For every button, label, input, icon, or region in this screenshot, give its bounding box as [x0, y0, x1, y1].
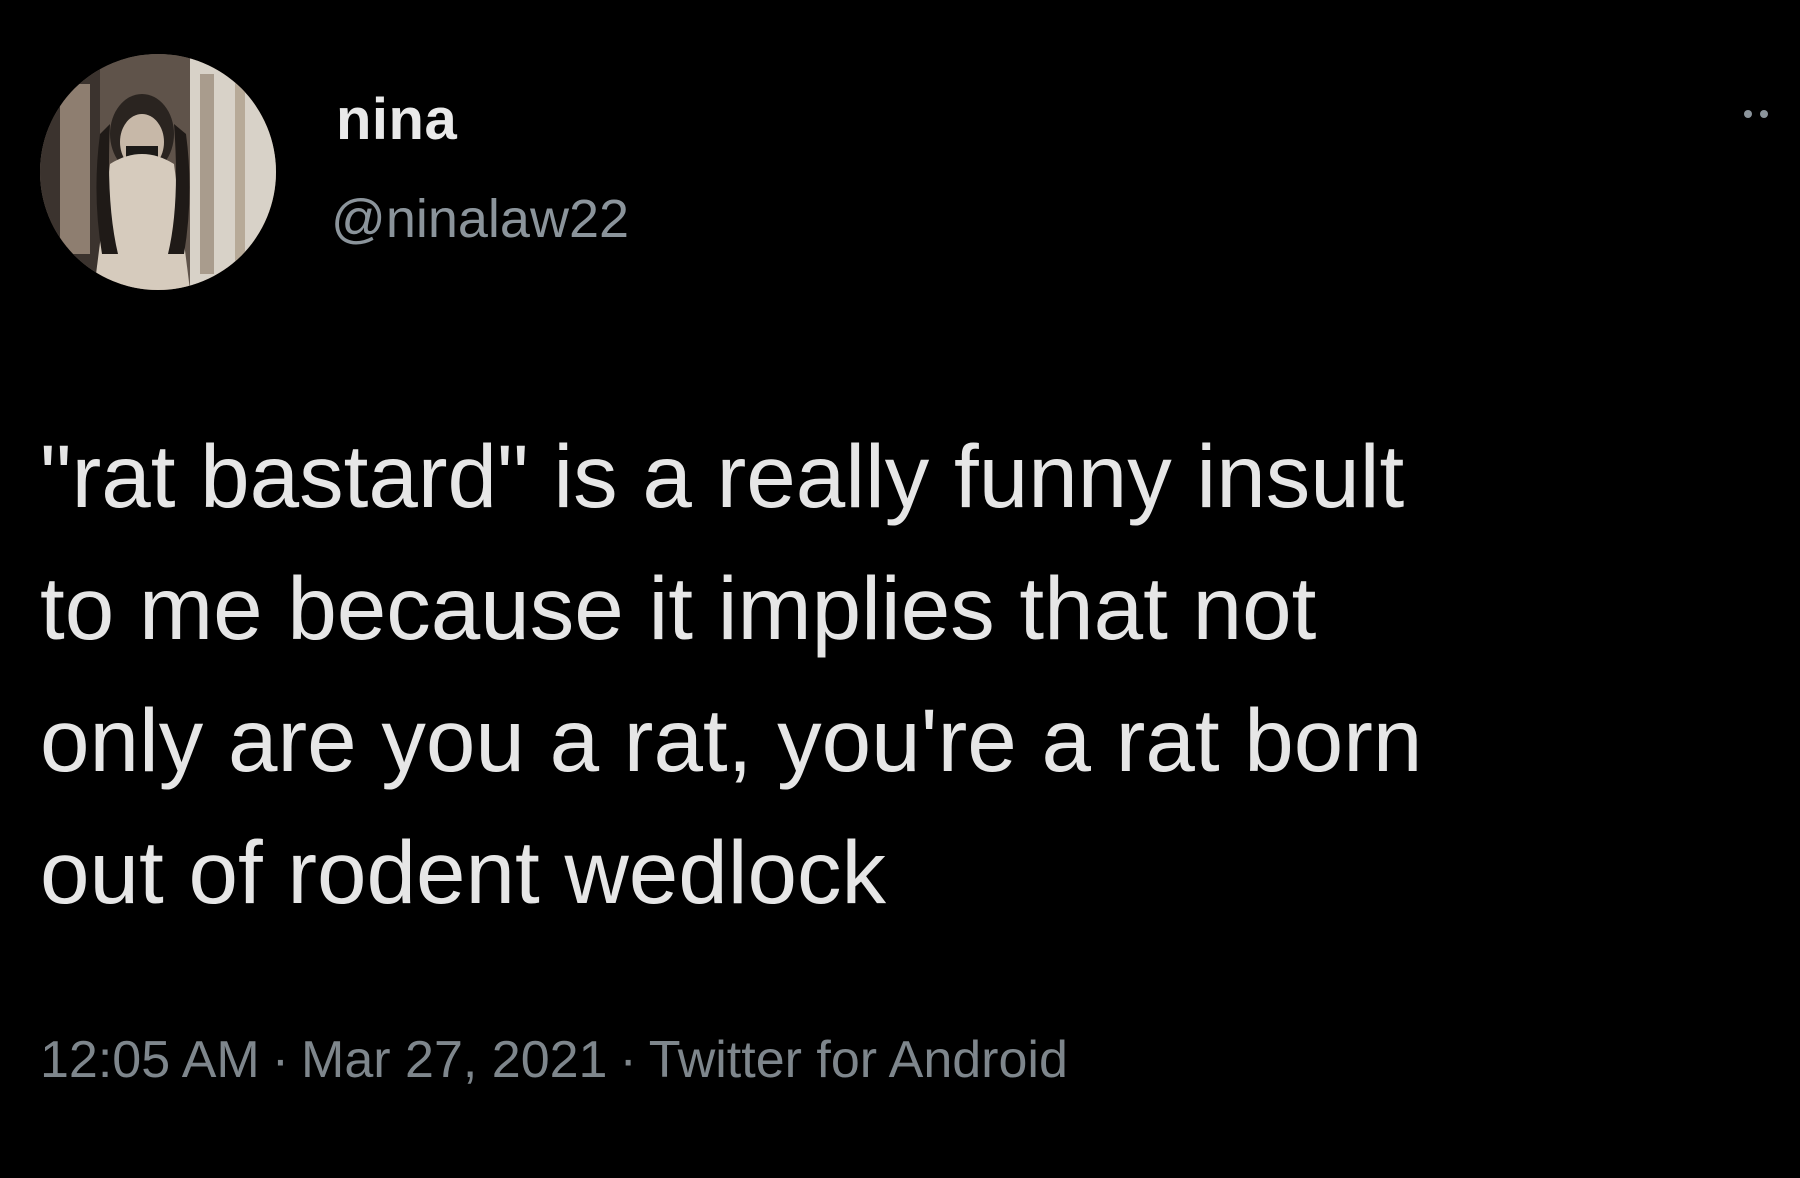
tweet-time[interactable]: 12:05 AM: [40, 1031, 260, 1089]
tweet-source[interactable]: Twitter for Android: [649, 1031, 1068, 1089]
meta-separator: ·: [619, 1031, 637, 1089]
meta-separator: ·: [271, 1031, 290, 1089]
avatar[interactable]: [40, 54, 276, 290]
user-handle[interactable]: @ninalaw22: [331, 188, 629, 250]
tweet-card: nina @ninalaw22 "rat bastard" is a reall…: [0, 0, 1800, 1178]
more-options-icon[interactable]: [1744, 106, 1784, 122]
profile-photo-icon: [40, 54, 276, 290]
display-name[interactable]: nina: [336, 86, 457, 153]
tweet-metadata: 12:05 AM · Mar 27, 2021 · Twitter for Androi…: [40, 1030, 1068, 1090]
tweet-text: "rat bastard" is a really funny insult t…: [40, 426, 1423, 922]
more-dot: [1744, 110, 1752, 118]
tweet-date[interactable]: Mar 27, 2021: [301, 1031, 607, 1089]
more-dot: [1760, 110, 1768, 118]
